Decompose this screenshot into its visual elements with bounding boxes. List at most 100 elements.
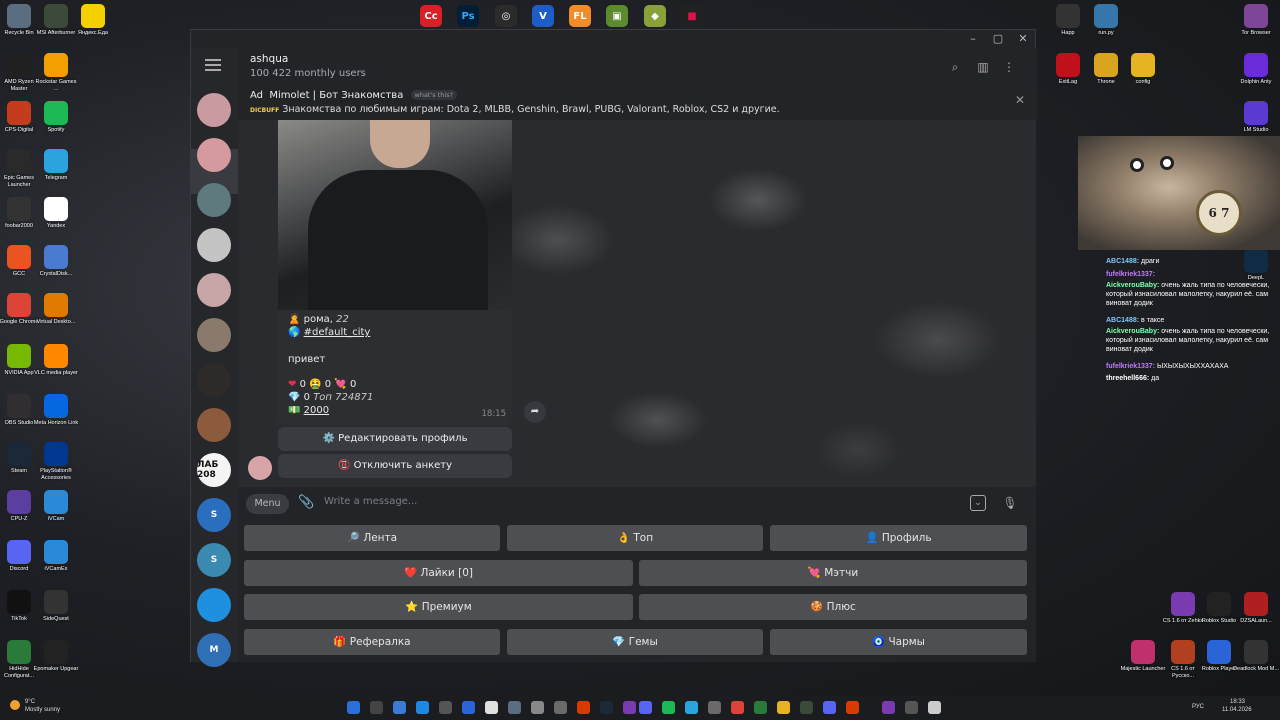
charms-button[interactable]: 🧿 Чармы — [770, 629, 1027, 655]
clock-time[interactable]: 18:33 — [1230, 699, 1245, 705]
gems-button[interactable]: 💎 Гемы — [507, 629, 763, 655]
bot-avatar[interactable] — [248, 456, 272, 480]
taskbar-app-icon[interactable] — [846, 701, 859, 714]
desktop-icon[interactable]: Яндекс.Еда — [70, 4, 116, 37]
profile-photo[interactable] — [278, 120, 512, 310]
premium-button[interactable]: ⭐ Премиум — [244, 594, 633, 620]
desktop-icon[interactable]: config — [1120, 53, 1166, 86]
taskbar-app-icon[interactable] — [623, 701, 636, 714]
minecraft-icon[interactable]: ▣ — [606, 5, 628, 27]
fruit-app-icon[interactable]: ◆ — [644, 5, 666, 27]
taskbar-app-icon[interactable] — [462, 701, 475, 714]
desktop-icon[interactable]: Tor Browser — [1233, 4, 1279, 37]
desktop-icon[interactable]: Virtual Deskto... — [33, 293, 79, 326]
coins-count[interactable]: 2000 — [304, 405, 329, 416]
desktop-icon[interactable]: Rockstar Games ... — [33, 53, 79, 93]
taskbar-app-icon[interactable] — [823, 701, 836, 714]
taskbar-app-icon[interactable] — [370, 701, 383, 714]
chat-header[interactable]: ashqua 100 422 monthly users ⌕ ▥ ⋮ — [238, 48, 1037, 90]
vegas-icon[interactable]: V — [532, 5, 554, 27]
desktop-icon[interactable]: iVCamEx — [33, 540, 79, 573]
desktop-icon[interactable]: DZSALaun... — [1233, 592, 1279, 625]
feed-button[interactable]: 🔎 Лента — [244, 525, 500, 551]
desktop-icon[interactable]: Meta Horizon Link — [33, 394, 79, 427]
forward-icon[interactable]: ➦ — [524, 401, 546, 423]
taskbar-app-icon[interactable] — [662, 701, 675, 714]
red-app-icon[interactable]: ■ — [681, 5, 703, 27]
whats-this-button[interactable]: what's this? — [410, 90, 458, 100]
chat-list-avatar[interactable] — [197, 273, 231, 307]
desktop-icon[interactable]: Yandex — [33, 197, 79, 230]
taskbar-app-icon[interactable] — [393, 701, 406, 714]
top-button[interactable]: 👌 Топ — [507, 525, 763, 551]
taskbar-app-icon[interactable] — [554, 701, 567, 714]
close-icon[interactable]: ✕ — [1016, 32, 1030, 46]
taskbar-app-icon[interactable] — [708, 701, 721, 714]
desktop-icon[interactable]: iVCam — [33, 490, 79, 523]
weather-desc[interactable]: Mostly sunny — [25, 707, 60, 713]
taskbar-app-icon[interactable] — [347, 701, 360, 714]
likes-button[interactable]: ❤️ Лайки [0] — [244, 560, 633, 586]
microphone-icon[interactable]: 🎙 — [1002, 495, 1018, 511]
matches-button[interactable]: 💘 Мэтчи — [639, 560, 1027, 586]
more-menu-icon[interactable]: ⋮ — [1002, 60, 1016, 74]
ad-close-icon[interactable]: ✕ — [1015, 93, 1025, 107]
taskbar-app-icon[interactable] — [800, 701, 813, 714]
hamburger-menu-icon[interactable] — [205, 59, 221, 74]
chat-list-avatar[interactable] — [197, 318, 231, 352]
creative-cloud-icon[interactable]: Cc — [420, 5, 442, 27]
desktop-icon[interactable]: CrystalDisk... — [33, 245, 79, 278]
desktop-icon[interactable]: VLC media player — [33, 344, 79, 377]
city-hashtag-link[interactable]: #default_city — [304, 327, 371, 338]
chat-list-avatar[interactable] — [197, 228, 231, 262]
chat-list-avatar[interactable]: M — [197, 633, 231, 667]
taskbar-app-icon[interactable] — [416, 701, 429, 714]
chat-list-avatar[interactable]: ЛАБ 208 — [197, 453, 231, 487]
chat-list-avatar[interactable] — [197, 363, 231, 397]
fl-studio-icon[interactable]: FL — [569, 5, 591, 27]
taskbar-app-icon[interactable] — [685, 701, 698, 714]
plus-button[interactable]: 🍪 Плюс — [639, 594, 1027, 620]
taskbar-app-icon[interactable] — [928, 701, 941, 714]
desktop-icon[interactable]: Deadlock Mod M... — [1233, 640, 1279, 673]
taskbar-app-icon[interactable] — [577, 701, 590, 714]
clock-date[interactable]: 11.04.2026 — [1222, 707, 1252, 713]
taskbar-app-icon[interactable] — [485, 701, 498, 714]
chat-list-avatar[interactable]: S — [197, 543, 231, 577]
taskbar-app-icon[interactable] — [754, 701, 767, 714]
weather-temp[interactable]: 9°C — [25, 699, 35, 705]
weather-icon[interactable] — [10, 700, 20, 710]
referral-button[interactable]: 🎁 Рефералка — [244, 629, 500, 655]
profile-button[interactable]: 👤 Профиль — [770, 525, 1027, 551]
keyboard-toggle-icon[interactable]: ⌄ — [970, 495, 986, 511]
chat-list-avatar[interactable] — [197, 588, 231, 622]
taskbar-app-icon[interactable] — [600, 701, 613, 714]
taskbar-app-icon[interactable] — [639, 701, 652, 714]
taskbar-app-icon[interactable] — [777, 701, 790, 714]
desktop-icon[interactable]: LM Studio — [1233, 101, 1279, 134]
desktop-icon[interactable]: run.py — [1083, 4, 1129, 37]
sponsored-ad-bar[interactable]: Ad Mimolet | Бот Знакомства what's this?… — [238, 90, 1037, 120]
desktop-icon[interactable]: PlayStation® Accessories — [33, 442, 79, 482]
search-icon[interactable]: ⌕ — [948, 60, 962, 74]
message-input[interactable] — [324, 496, 864, 507]
davinci-resolve-icon[interactable]: ◎ — [495, 5, 517, 27]
taskbar-app-icon[interactable] — [439, 701, 452, 714]
attach-icon[interactable]: 📎 — [298, 495, 314, 510]
sidebar-toggle-icon[interactable]: ▥ — [976, 60, 990, 74]
desktop-icon[interactable]: SideQuest — [33, 590, 79, 623]
taskbar-app-icon[interactable] — [731, 701, 744, 714]
minimize-icon[interactable]: – — [966, 32, 980, 46]
taskbar-app-icon[interactable] — [531, 701, 544, 714]
taskbar-app-icon[interactable] — [882, 701, 895, 714]
language-indicator[interactable]: РУС — [1192, 704, 1204, 710]
chat-list-avatar[interactable] — [197, 408, 231, 442]
desktop-icon[interactable]: Epomaker Upgear — [33, 640, 79, 673]
chat-list-avatar[interactable] — [197, 93, 231, 127]
taskbar-app-icon[interactable] — [905, 701, 918, 714]
photoshop-icon[interactable]: Ps — [457, 5, 479, 27]
maximize-icon[interactable]: ▢ — [991, 32, 1005, 46]
bot-menu-button[interactable]: Menu — [246, 494, 289, 514]
chat-list-avatar[interactable] — [197, 138, 231, 172]
chat-list-avatar[interactable] — [197, 183, 231, 217]
